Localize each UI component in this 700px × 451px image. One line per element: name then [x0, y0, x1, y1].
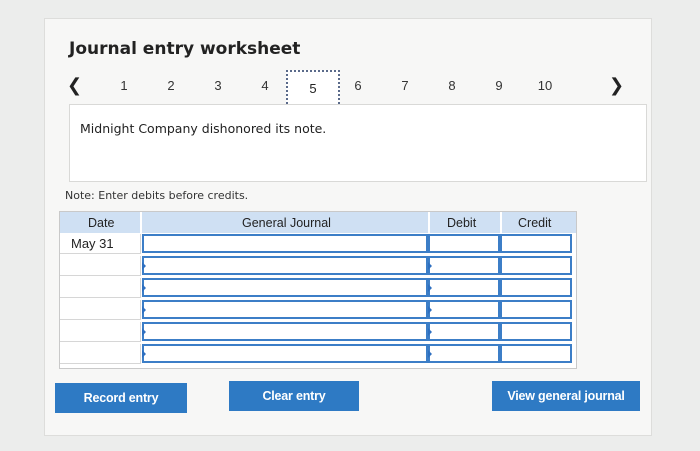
account-input[interactable] — [142, 300, 428, 319]
page-link-6[interactable]: 6 — [347, 78, 369, 93]
debit-input[interactable] — [428, 344, 500, 363]
debit-input[interactable] — [428, 322, 500, 341]
credit-header: Credit — [502, 212, 576, 233]
credit-input[interactable] — [500, 278, 572, 297]
date-cell — [60, 278, 141, 298]
chevron-left-icon[interactable]: ❮ — [67, 75, 82, 96]
page-link-2[interactable]: 2 — [160, 78, 182, 93]
date-header: Date — [60, 212, 140, 233]
page-link-8[interactable]: 8 — [441, 78, 463, 93]
chevron-right-icon[interactable]: ❯ — [609, 75, 624, 96]
credit-input[interactable] — [500, 300, 572, 319]
clear-entry-button[interactable]: Clear entry — [229, 381, 359, 411]
page-link-7[interactable]: 7 — [394, 78, 416, 93]
page-link-4[interactable]: 4 — [254, 78, 276, 93]
date-cell: May 31 — [60, 234, 141, 254]
debit-input[interactable] — [428, 278, 500, 297]
date-value: May 31 — [71, 236, 114, 251]
description-box: Midnight Company dishonored its note. — [69, 104, 647, 182]
debit-header-label: Debit — [447, 216, 477, 230]
page-navigator: ❮ 1 2 3 4 5 6 7 8 9 10 ❯ — [45, 70, 651, 108]
account-input[interactable] — [142, 344, 428, 363]
credit-input[interactable] — [500, 234, 572, 253]
record-entry-button[interactable]: Record entry — [55, 383, 187, 413]
date-cell — [60, 344, 141, 364]
note-text: Note: Enter debits before credits. — [65, 189, 249, 202]
page-link-10[interactable]: 10 — [532, 78, 558, 93]
journal-header-label: General Journal — [242, 216, 331, 230]
journal-table: Date General Journal Debit Credit May 31 — [59, 211, 577, 369]
journal-header: General Journal — [142, 212, 428, 233]
credit-header-label: Credit — [518, 216, 552, 230]
page-link-9[interactable]: 9 — [488, 78, 510, 93]
date-cell — [60, 300, 141, 320]
date-cell — [60, 322, 141, 342]
debit-input[interactable] — [428, 300, 500, 319]
account-input[interactable] — [142, 322, 428, 341]
debit-input[interactable] — [428, 234, 500, 253]
date-cell — [60, 256, 141, 276]
description-text: Midnight Company dishonored its note. — [80, 121, 327, 136]
page-title: Journal entry worksheet — [69, 39, 301, 59]
page-link-1[interactable]: 1 — [113, 78, 135, 93]
debit-header: Debit — [430, 212, 500, 233]
credit-input[interactable] — [500, 256, 572, 275]
page-link-5-active[interactable]: 5 — [286, 70, 340, 108]
account-input[interactable] — [142, 256, 428, 275]
view-general-journal-button[interactable]: View general journal — [492, 381, 640, 411]
debit-input[interactable] — [428, 256, 500, 275]
credit-input[interactable] — [500, 344, 572, 363]
credit-input[interactable] — [500, 322, 572, 341]
account-input[interactable] — [142, 234, 428, 253]
account-input[interactable] — [142, 278, 428, 297]
worksheet-card: Journal entry worksheet ❮ 1 2 3 4 5 6 7 … — [44, 18, 652, 436]
date-header-label: Date — [88, 216, 115, 230]
page-link-3[interactable]: 3 — [207, 78, 229, 93]
